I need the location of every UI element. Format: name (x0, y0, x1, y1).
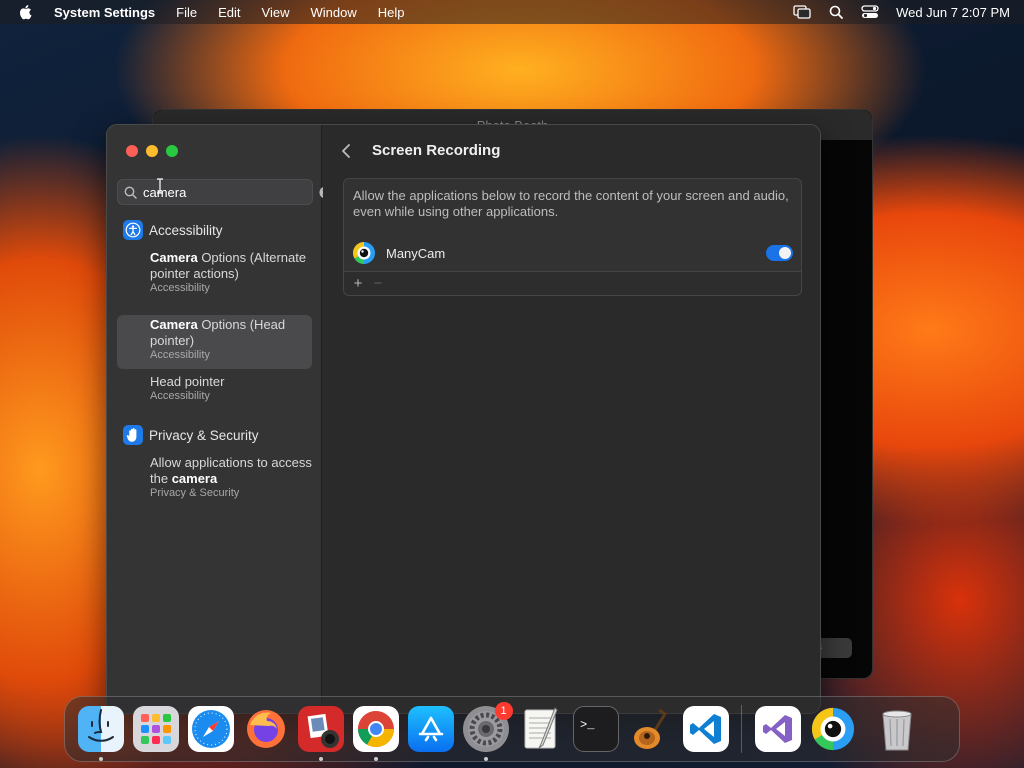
menu-help[interactable]: Help (378, 5, 405, 20)
result-allow-camera-access[interactable]: Allow applications to access the camera … (117, 453, 312, 503)
dock-terminal[interactable]: >_ (572, 706, 619, 752)
dock-launchpad[interactable] (132, 706, 179, 752)
dock-finder[interactable] (77, 706, 124, 761)
running-indicator (483, 757, 488, 761)
dock-system-settings[interactable]: 1 (462, 702, 513, 761)
running-indicator (373, 757, 378, 761)
menu-file[interactable]: File (176, 5, 197, 20)
running-indicator (318, 757, 323, 761)
dock-safari[interactable] (187, 706, 234, 752)
finder-icon (87, 709, 114, 742)
section-privacy-security[interactable]: Privacy & Security (123, 425, 259, 445)
manycam-icon (811, 707, 854, 751)
manycam-toggle[interactable] (766, 245, 793, 261)
system-settings-window: Accessibility Camera Options (Alternate … (106, 124, 821, 714)
running-indicator (98, 757, 103, 761)
menu-bar: System Settings File Edit View Window He… (0, 0, 1024, 24)
accessibility-icon (123, 220, 143, 240)
result-head-pointer[interactable]: Head pointer Accessibility (117, 372, 312, 406)
add-button[interactable]: + (348, 275, 368, 292)
vscode-icon (689, 714, 721, 744)
control-center-icon[interactable] (860, 4, 880, 20)
menu-bar-clock[interactable]: Wed Jun 7 2:07 PM (896, 5, 1010, 20)
section-accessibility[interactable]: Accessibility (123, 220, 223, 240)
dock-textedit[interactable] (518, 706, 564, 752)
dock-photo-booth[interactable] (297, 706, 344, 761)
result-camera-options-alternate[interactable]: Camera Options (Alternate pointer action… (117, 248, 312, 298)
result-title: Head pointer (150, 374, 225, 389)
result-camera-options-head-pointer[interactable]: Camera Options (Head pointer) Accessibil… (117, 315, 312, 369)
close-button[interactable] (126, 145, 138, 157)
dock-app-store[interactable] (407, 706, 454, 752)
garageband-icon (633, 708, 667, 749)
app-store-icon (418, 716, 443, 742)
window-controls (126, 145, 178, 157)
screen-mirroring-icon[interactable] (792, 4, 812, 20)
dock-trash[interactable] (874, 706, 920, 752)
photo-booth-icon (307, 713, 339, 748)
apple-menu-icon[interactable] (18, 4, 34, 20)
dock-manycam[interactable] (810, 706, 856, 752)
section-privacy-label: Privacy & Security (149, 427, 259, 443)
sidebar: Accessibility Camera Options (Alternate … (107, 125, 332, 713)
dock-firefox[interactable] (243, 706, 289, 752)
svg-text:>_: >_ (580, 718, 595, 732)
app-row-manycam: ManyCam (352, 240, 793, 266)
result-title: Camera Options (Head pointer) (150, 317, 286, 348)
terminal-icon: >_ (580, 718, 595, 732)
back-chevron-icon[interactable] (341, 142, 357, 160)
result-subtitle: Accessibility (150, 349, 210, 361)
minimize-button[interactable] (146, 145, 158, 157)
app-name-label: ManyCam (386, 245, 446, 261)
content-pane: Screen Recording Allow the applications … (323, 125, 820, 713)
search-input[interactable] (143, 184, 319, 200)
privacy-hand-icon (123, 425, 143, 445)
manycam-icon (352, 241, 376, 265)
chrome-icon (357, 711, 394, 748)
page-title: Screen Recording (372, 142, 501, 159)
menu-window[interactable]: Window (310, 5, 356, 20)
dock-separator (741, 705, 742, 753)
firefox-icon (246, 710, 285, 748)
result-subtitle: Accessibility (150, 282, 210, 294)
safari-icon (191, 710, 230, 748)
notification-badge: 1 (494, 702, 513, 720)
launchpad-icon (140, 714, 171, 744)
textedit-icon (524, 707, 558, 749)
result-subtitle: Accessibility (150, 390, 210, 402)
menu-app-name[interactable]: System Settings (54, 5, 155, 20)
dock-vscode[interactable] (682, 706, 729, 752)
panel-bottom-bar: + − (344, 271, 801, 295)
result-subtitle: Privacy & Security (150, 487, 240, 499)
zoom-button[interactable] (166, 145, 178, 157)
panel-description: Allow the applications below to record t… (353, 188, 789, 219)
screen-recording-panel: Allow the applications below to record t… (343, 178, 802, 296)
trash-icon (882, 710, 912, 751)
dock-chrome[interactable] (352, 706, 399, 761)
result-title: Allow applications to access the camera (150, 455, 312, 486)
visual-studio-icon (762, 715, 792, 743)
menu-view[interactable]: View (262, 5, 290, 20)
spotlight-search-icon[interactable] (826, 4, 846, 20)
remove-button[interactable]: − (368, 275, 388, 292)
menu-edit[interactable]: Edit (218, 5, 240, 20)
result-title: Camera Options (Alternate pointer action… (150, 250, 307, 281)
dock-garageband[interactable] (628, 706, 674, 752)
section-accessibility-label: Accessibility (149, 222, 223, 238)
search-icon (124, 185, 137, 199)
dock-visual-studio[interactable] (754, 706, 801, 752)
dock: 1 >_ (64, 696, 960, 762)
search-field[interactable] (117, 179, 332, 205)
text-cursor-icon (155, 178, 165, 194)
